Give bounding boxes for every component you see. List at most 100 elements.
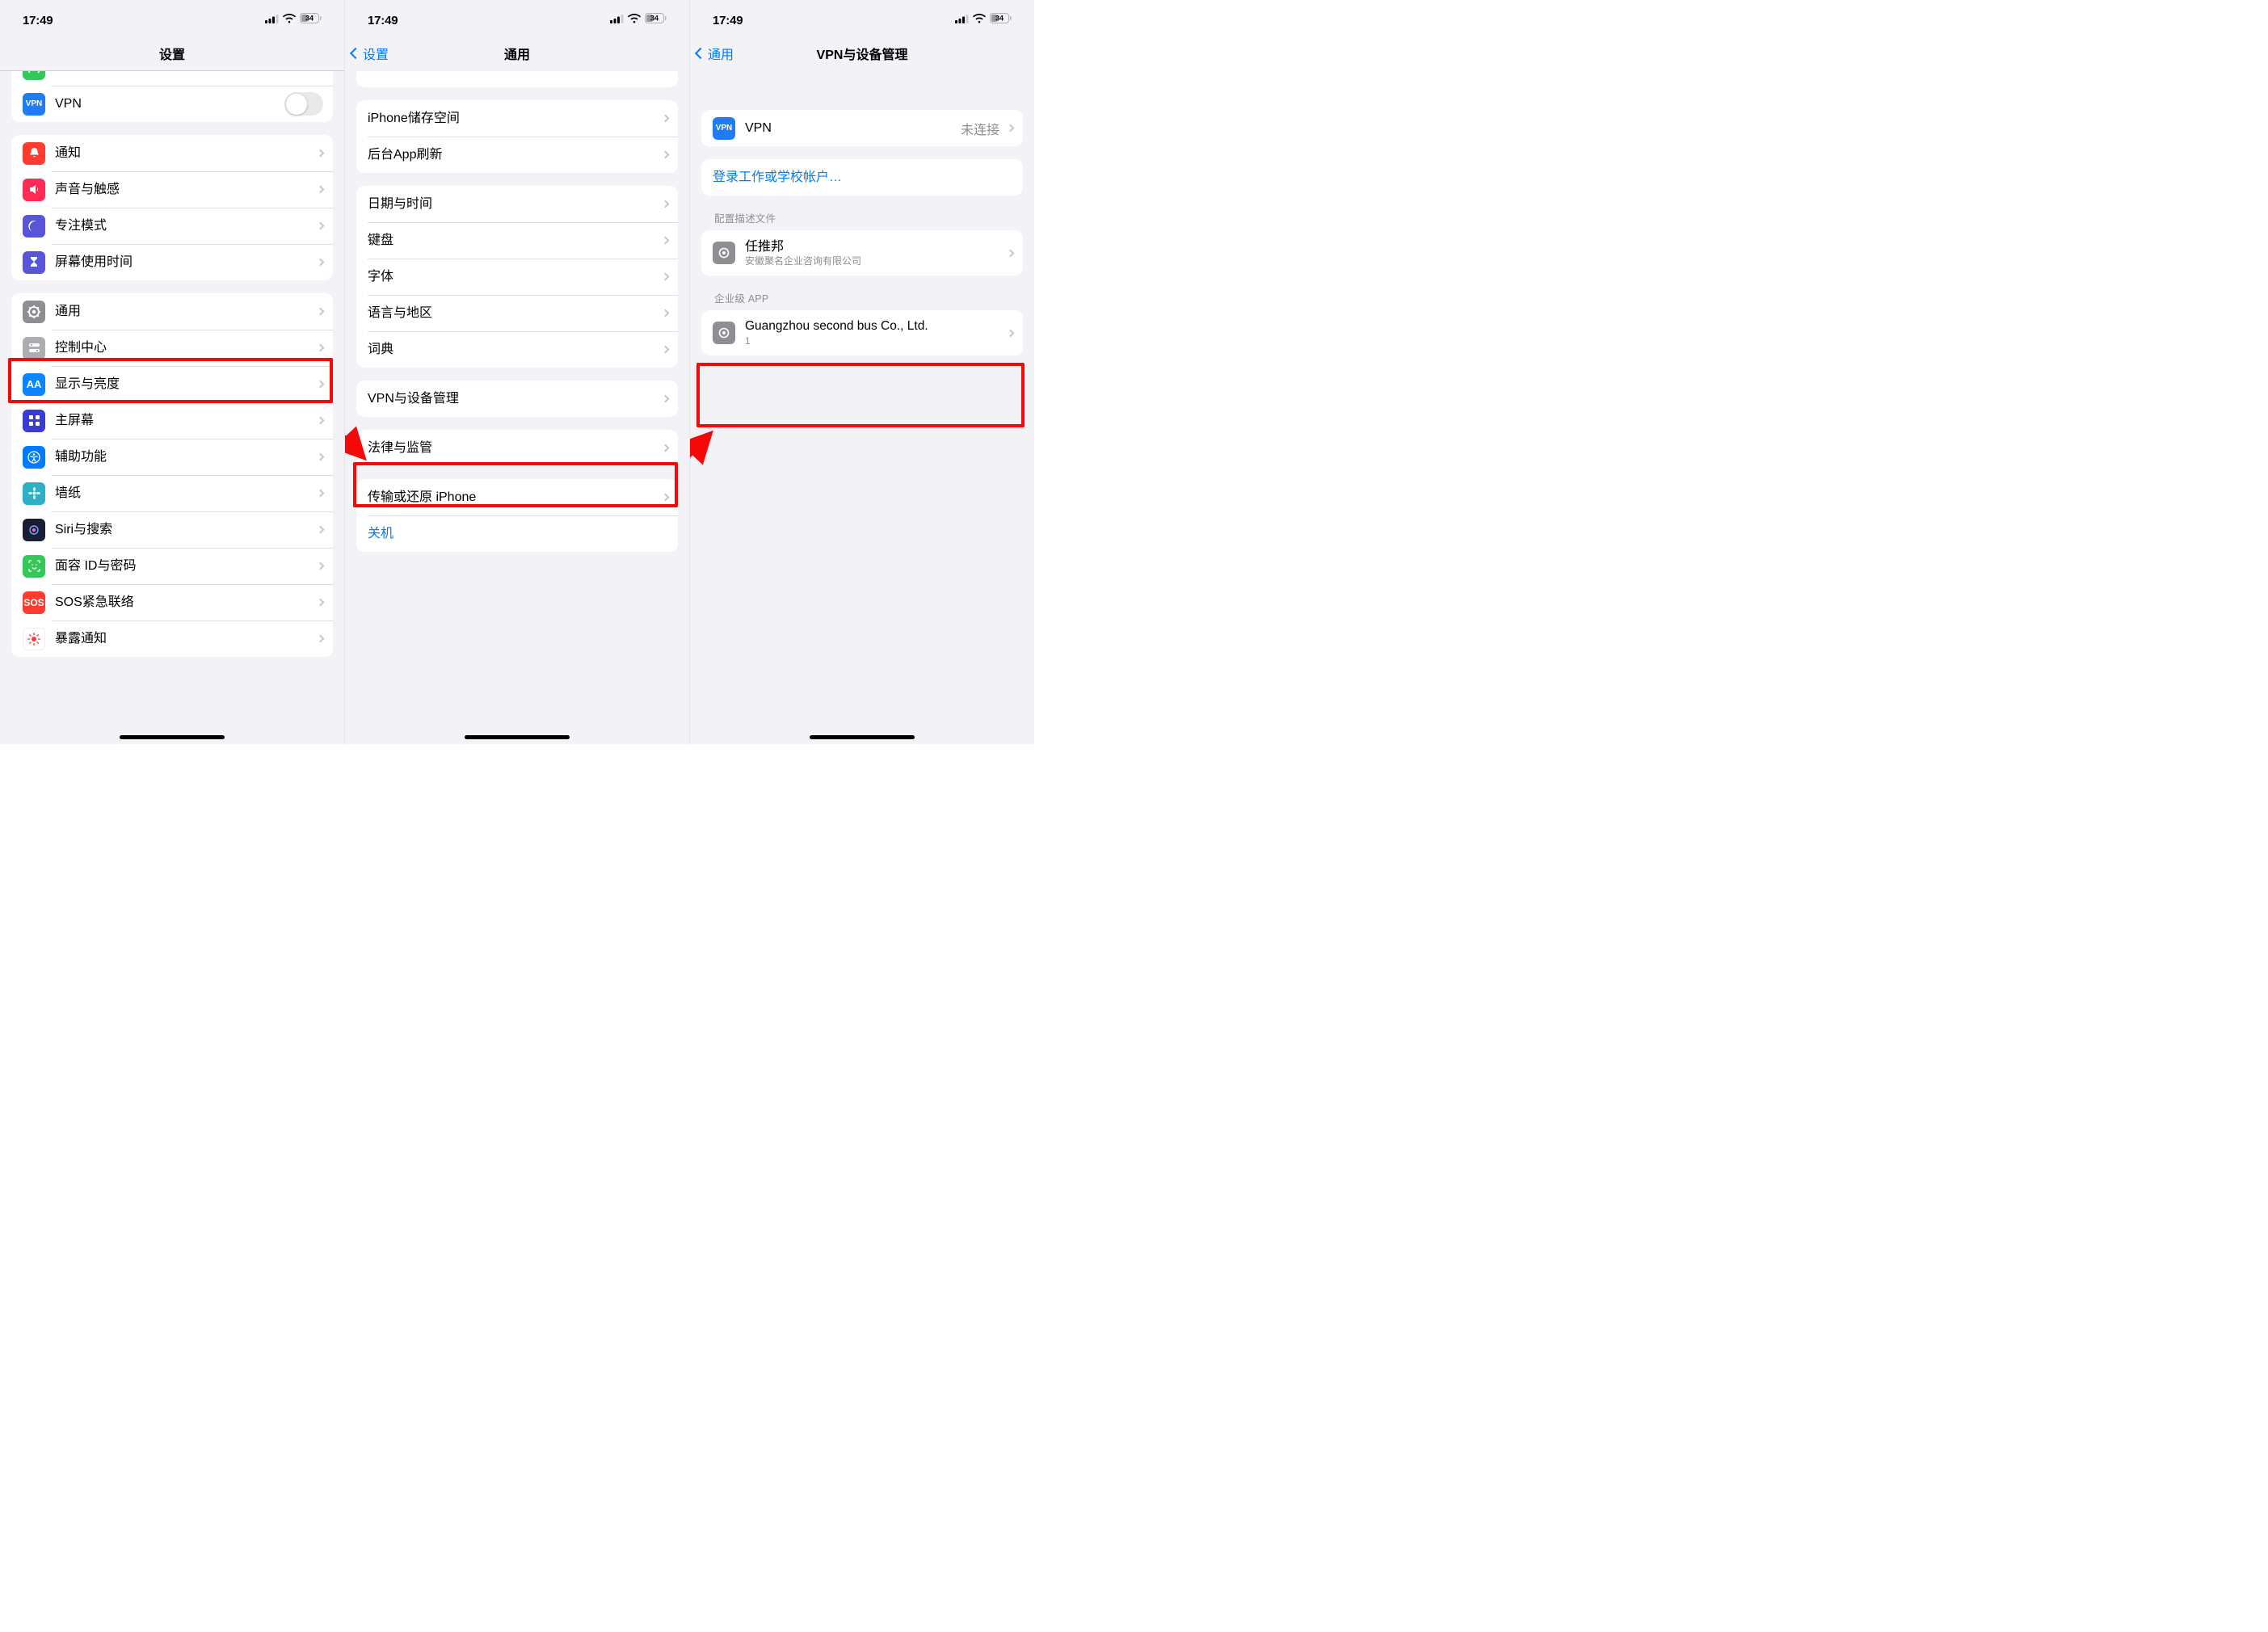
chevron-right-icon [317, 344, 325, 352]
row-notifications[interactable]: 通知 [11, 135, 333, 171]
chevron-left-icon [350, 48, 361, 59]
row-label: 键盘 [368, 233, 658, 248]
back-button[interactable]: 通用 [696, 36, 734, 71]
enterprise-title: Guangzhou second bus Co., Ltd. [745, 319, 1003, 334]
wifi-icon [628, 13, 641, 27]
chevron-left-icon [695, 48, 706, 59]
nav-bar: 设置 通用 [345, 36, 689, 71]
chevron-right-icon [317, 562, 325, 570]
battery-icon: 34 [645, 13, 667, 27]
list-group-legal: 法律与监管 [356, 430, 678, 466]
row-control-center[interactable]: 控制中心 [11, 330, 333, 366]
row-general[interactable]: 通用 [11, 293, 333, 330]
row-label: Siri与搜索 [55, 522, 313, 537]
row-vpn-toggle[interactable]: VPN VPN [11, 86, 333, 122]
row-hotspot-partial[interactable]: ⋯ [11, 71, 333, 86]
home-indicator [120, 735, 225, 739]
accessibility-icon [23, 446, 45, 469]
enterprise-gear-icon [713, 322, 735, 344]
chevron-right-icon [662, 115, 670, 123]
row-background-refresh[interactable]: 后台App刷新 [356, 137, 678, 173]
vpn-status-text: 未连接 [961, 119, 999, 138]
list-group-enterprise: Guangzhou second bus Co., Ltd. 1 [701, 310, 1023, 355]
row-language-region[interactable]: 语言与地区 [356, 295, 678, 331]
list-group-general: 通用 控制中心 AA 显示与亮度 主屏幕 [11, 293, 333, 657]
chevron-right-icon [662, 200, 670, 208]
row-sounds[interactable]: 声音与触感 [11, 171, 333, 208]
list-group-signin: 登录工作或学校帐户… [701, 159, 1023, 196]
hotspot-icon [23, 71, 45, 80]
section-header-enterprise: 企业级 APP [714, 290, 1020, 305]
list-group-partial [356, 71, 678, 87]
row-keyboard[interactable]: 键盘 [356, 222, 678, 259]
row-datetime[interactable]: 日期与时间 [356, 186, 678, 222]
row-homescreen[interactable]: 主屏幕 [11, 402, 333, 439]
row-vpn-status[interactable]: VPN VPN 未连接 [701, 110, 1023, 146]
row-sos[interactable]: SOS SOS紧急联络 [11, 584, 333, 620]
row-label: 通知 [55, 145, 313, 161]
row-label: VPN [55, 96, 284, 111]
row-label: 传输或还原 iPhone [368, 490, 658, 505]
list-group-vpn: VPN VPN 未连接 [701, 110, 1023, 146]
sos-icon: SOS [23, 591, 45, 614]
battery-icon: 34 [300, 13, 322, 27]
phone-screen-settings: 17:49 34 设置 ⋯ VPN VPN [0, 0, 345, 744]
row-exposure[interactable]: 暴露通知 [11, 620, 333, 657]
list-group-datetime: 日期与时间 键盘 字体 语言与地区 词典 [356, 186, 678, 368]
row-siri[interactable]: Siri与搜索 [11, 511, 333, 548]
battery-icon: 34 [990, 13, 1012, 27]
row-label: 法律与监管 [368, 440, 658, 456]
row-shutdown[interactable]: 关机 [356, 515, 678, 552]
row-signin-work-school[interactable]: 登录工作或学校帐户… [701, 159, 1023, 196]
status-bar: 17:49 34 [0, 0, 344, 36]
signal-icon [610, 13, 624, 27]
chevron-right-icon [317, 453, 325, 461]
row-focus[interactable]: 专注模式 [11, 208, 333, 244]
row-legal[interactable]: 法律与监管 [356, 430, 678, 466]
chevron-right-icon [317, 417, 325, 425]
enterprise-count: 1 [745, 335, 1003, 347]
section-header-profile: 配置描述文件 [714, 210, 1020, 225]
chevron-right-icon [317, 635, 325, 643]
row-profile-rentuibang[interactable]: 任推邦 安徽聚名企业咨询有限公司 [701, 230, 1023, 276]
row-label: VPN [745, 120, 961, 136]
back-label: 设置 [363, 44, 389, 63]
back-button[interactable]: 设置 [351, 36, 389, 71]
row-label: 辅助功能 [55, 449, 313, 465]
signal-icon [265, 13, 279, 27]
home-indicator [465, 735, 570, 739]
faceid-icon [23, 555, 45, 578]
list-group-reset: 传输或还原 iPhone 关机 [356, 479, 678, 552]
aa-icon: AA [23, 373, 45, 396]
status-icons: 34 [955, 13, 1012, 27]
row-label: 登录工作或学校帐户… [713, 170, 1013, 185]
chevron-right-icon [662, 237, 670, 245]
highlight-enterprise [696, 363, 1025, 427]
row-accessibility[interactable]: 辅助功能 [11, 439, 333, 475]
row-fonts[interactable]: 字体 [356, 259, 678, 295]
row-vpn-device-management[interactable]: VPN与设备管理 [356, 381, 678, 417]
vpn-switch[interactable] [284, 92, 323, 116]
row-iphone-storage[interactable]: iPhone储存空间 [356, 100, 678, 137]
row-wallpaper[interactable]: 墙纸 [11, 475, 333, 511]
phone-screen-vpn-management: 17:49 34 通用 VPN与设备管理 VPN VPN 未连接 [690, 0, 1034, 744]
row-label: 声音与触感 [55, 182, 313, 197]
list-group-vpn: VPN与设备管理 [356, 381, 678, 417]
phone-screen-general: 17:49 34 设置 通用 iPhone储存空间 后台Ap [345, 0, 690, 744]
profile-subtitle: 安徽聚名企业咨询有限公司 [745, 255, 1003, 267]
row-dictionary[interactable]: 词典 [356, 331, 678, 368]
chevron-right-icon [1007, 329, 1015, 337]
arrow-2 [690, 428, 722, 493]
row-faceid[interactable]: 面容 ID与密码 [11, 548, 333, 584]
status-bar: 17:49 34 [690, 0, 1034, 36]
chevron-right-icon [1007, 124, 1015, 132]
chevron-right-icon [1007, 249, 1015, 257]
row-display[interactable]: AA 显示与亮度 [11, 366, 333, 402]
nav-bar: 通用 VPN与设备管理 [690, 36, 1034, 71]
row-transfer-reset[interactable]: 传输或还原 iPhone [356, 479, 678, 515]
row-screentime[interactable]: 屏幕使用时间 [11, 244, 333, 280]
nav-bar: 设置 [0, 36, 344, 71]
chevron-right-icon [317, 599, 325, 607]
row-label: 墙纸 [55, 486, 313, 501]
row-enterprise-app[interactable]: Guangzhou second bus Co., Ltd. 1 [701, 310, 1023, 355]
